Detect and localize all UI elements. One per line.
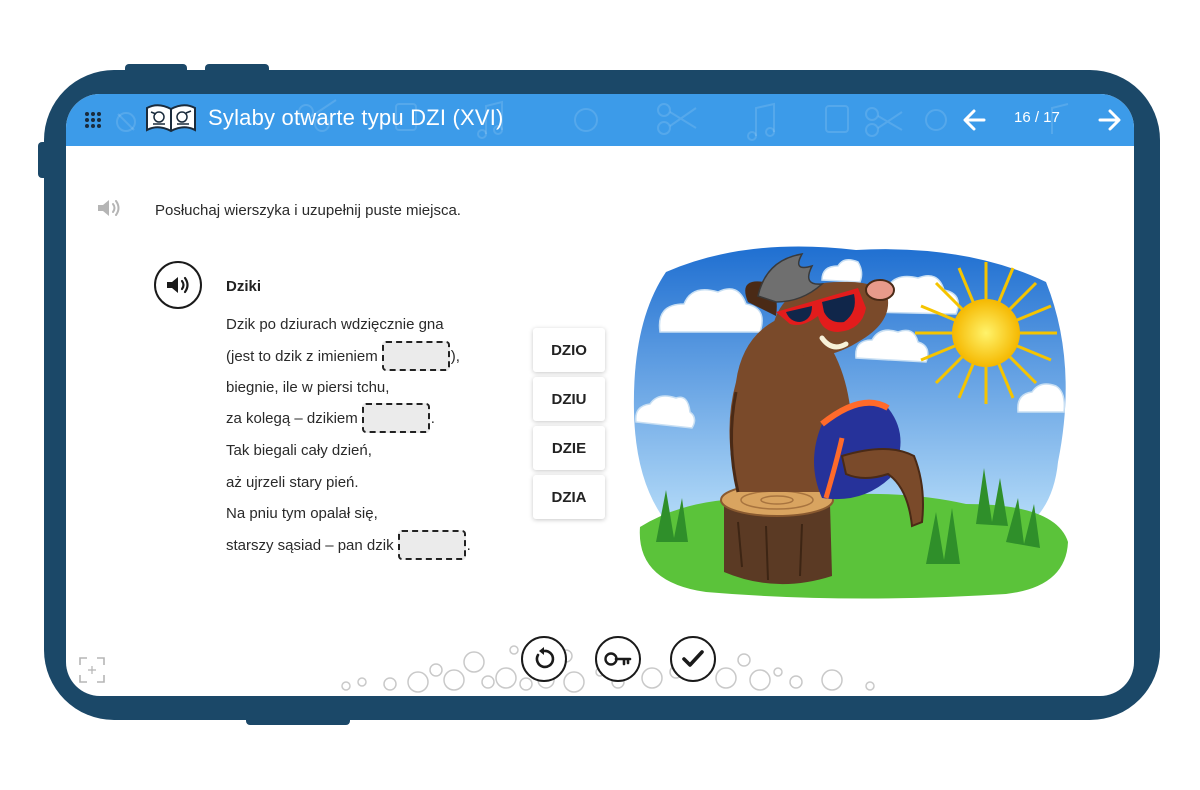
syllable-tile-dzio[interactable]: DZIO xyxy=(533,328,605,372)
tree-stump xyxy=(720,483,834,585)
instruction-speaker-icon[interactable] xyxy=(96,197,122,219)
check-icon xyxy=(682,650,704,667)
poem-line-suffix: ), xyxy=(450,347,460,365)
speaker-icon xyxy=(167,276,189,294)
poem-line-3: biegnie, ile w piersi tchu, xyxy=(226,379,389,396)
lesson-title: Sylaby otwarte typu DZI (XVI) xyxy=(208,105,504,130)
top-bar: Sylaby otwarte typu DZI (XVI) 16 / 17 xyxy=(66,94,1134,146)
poem-line-text: (jest to dzik z imieniem xyxy=(226,347,378,365)
arrow-left-icon[interactable] xyxy=(962,107,988,133)
poem-line-suffix: . xyxy=(430,409,435,427)
poem-line-text: aż ujrzeli stary pień. xyxy=(226,474,359,491)
poem-line-6: aż ujrzeli stary pień. xyxy=(226,474,359,491)
poem-line-text: za kolegą – dzikiem xyxy=(226,409,358,427)
check-button[interactable] xyxy=(670,636,716,682)
poem-title: Dziki xyxy=(226,278,262,295)
syllable-tile-dzia[interactable]: DZIA xyxy=(533,475,605,519)
answer-drop-zone-2[interactable] xyxy=(361,403,430,433)
menu-grid-icon[interactable] xyxy=(84,111,102,129)
key-icon xyxy=(604,652,632,666)
boar-illustration xyxy=(633,246,1068,599)
poem-line-5: Tak biegali cały dzień, xyxy=(226,442,372,459)
poem-audio-button[interactable] xyxy=(154,261,202,309)
poem-line-text: starszy sąsiad – pan dzik xyxy=(226,536,394,554)
poem-line-text: Tak biegali cały dzień, xyxy=(226,442,372,459)
syllable-tile-dzie[interactable]: DZIE xyxy=(533,426,605,470)
poem-line-text: Na pniu tym opalał się, xyxy=(226,505,378,522)
poem-line-2: (jest to dzik z imieniem ), xyxy=(226,341,460,371)
poem-line-4: za kolegą – dzikiem . xyxy=(226,403,435,433)
poem-line-1: Dzik po dziurach wdzięcznie gna xyxy=(226,316,444,333)
poem-line-text: biegnie, ile w piersi tchu, xyxy=(226,379,390,396)
instruction-text: Posłuchaj wierszyka i uzupełnij puste mi… xyxy=(155,202,461,219)
arrow-right-icon[interactable] xyxy=(1096,107,1122,133)
book-icon xyxy=(146,104,196,133)
poem-line-7: Na pniu tym opalał się, xyxy=(226,505,378,522)
syllable-tile-dziu[interactable]: DZIU xyxy=(533,377,605,421)
answer-drop-zone-1[interactable] xyxy=(381,341,450,371)
fullscreen-icon[interactable] xyxy=(78,656,106,684)
reset-button[interactable] xyxy=(521,636,567,682)
page-counter: 16 / 17 xyxy=(1014,109,1060,126)
reset-icon xyxy=(535,647,555,669)
sun xyxy=(915,262,1057,404)
app-screen: Sylaby otwarte typu DZI (XVI) 16 / 17 Po… xyxy=(66,94,1134,696)
poem-line-text: Dzik po dziurach wdzięcznie gna xyxy=(226,316,444,333)
poem-line-8: starszy sąsiad – pan dzik . xyxy=(226,530,471,560)
poem-line-suffix: . xyxy=(466,536,471,554)
show-answer-button[interactable] xyxy=(595,636,641,682)
answer-drop-zone-3[interactable] xyxy=(397,530,466,560)
